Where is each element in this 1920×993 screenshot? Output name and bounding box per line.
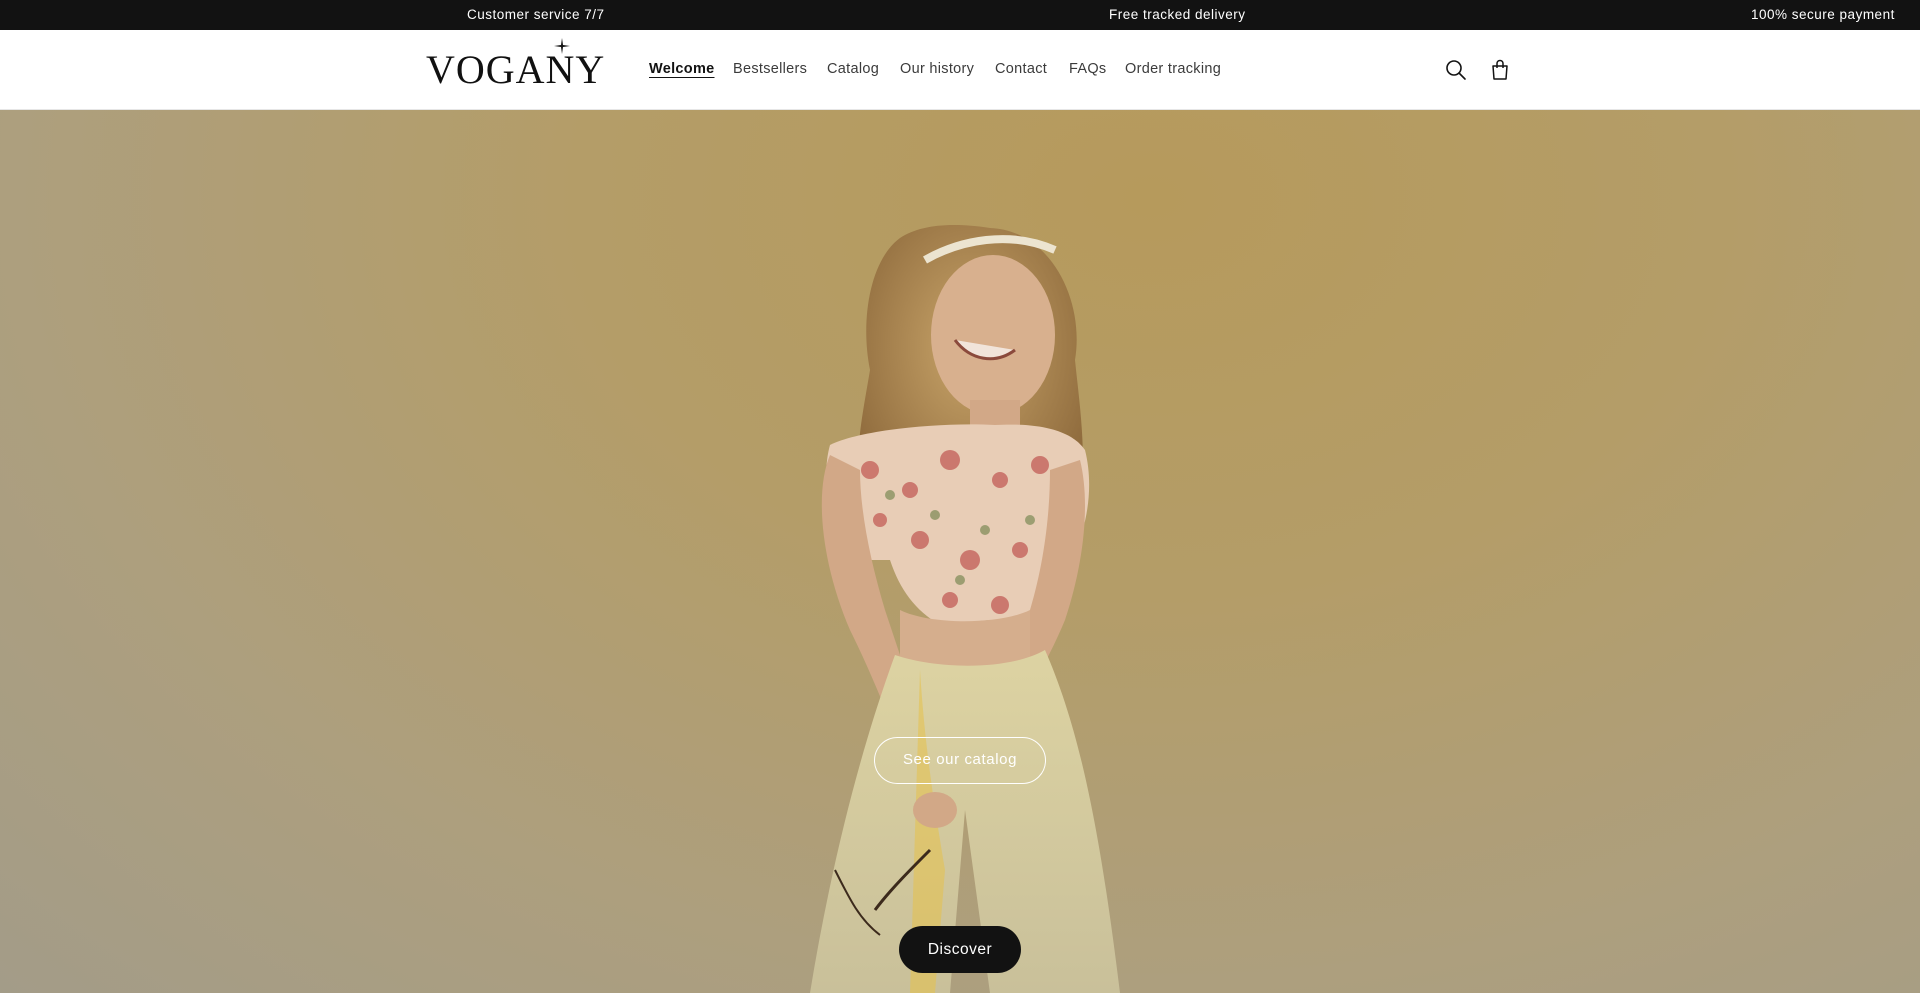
- announcement-customer-service: Customer service 7/7: [467, 7, 605, 22]
- announcement-free-delivery: Free tracked delivery: [1109, 7, 1246, 22]
- search-icon: [1446, 60, 1466, 80]
- discover-button[interactable]: Discover: [899, 926, 1021, 973]
- see-catalog-button[interactable]: See our catalog: [874, 737, 1046, 784]
- announcement-secure-payment: 100% secure payment: [1751, 7, 1895, 22]
- nav-order-tracking[interactable]: Order tracking: [1125, 61, 1221, 77]
- nav-contact[interactable]: Contact: [995, 61, 1047, 77]
- nav-bestsellers[interactable]: Bestsellers: [733, 61, 807, 77]
- shopping-bag-icon: [1492, 59, 1508, 80]
- nav-welcome[interactable]: Welcome: [649, 61, 715, 77]
- logo-text: VOGANY: [426, 47, 606, 92]
- announcement-bar: Customer service 7/7 Free tracked delive…: [0, 0, 1920, 30]
- sparkle-icon: [554, 38, 570, 54]
- hero-model-image: [810, 225, 1120, 993]
- logo[interactable]: VOGANY: [426, 38, 606, 92]
- site-header: VOGANY Welcome Bestsellers Catalog Our h…: [0, 30, 1920, 110]
- hero-banner: See our catalog Discover: [0, 110, 1920, 993]
- cart-button[interactable]: [1487, 57, 1513, 83]
- search-button[interactable]: [1443, 57, 1469, 83]
- nav-our-history[interactable]: Our history: [900, 61, 974, 77]
- nav-faqs[interactable]: FAQs: [1069, 61, 1106, 77]
- nav-catalog[interactable]: Catalog: [827, 61, 879, 77]
